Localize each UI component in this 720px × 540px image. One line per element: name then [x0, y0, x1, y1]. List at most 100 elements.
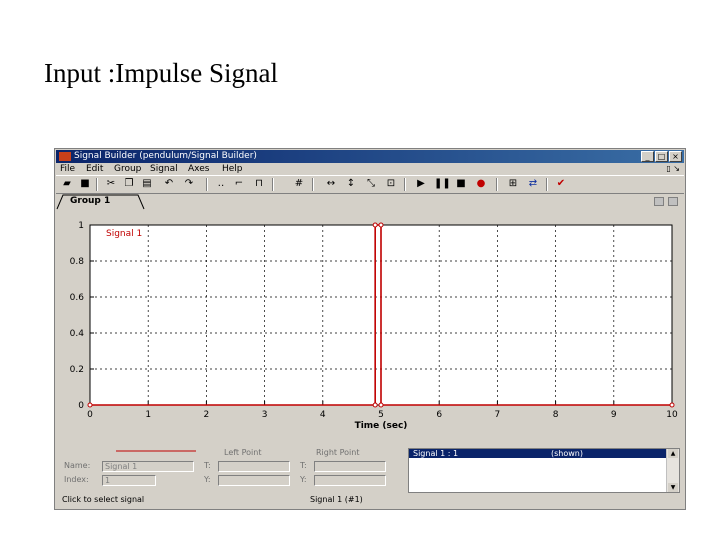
grid-icon[interactable]: #	[292, 177, 306, 191]
toolbar-separator	[546, 178, 548, 191]
paste-icon[interactable]: ▤	[140, 177, 154, 191]
y-tick-label: 0.6	[70, 293, 85, 303]
close-red-icon[interactable]: ✔	[554, 177, 568, 191]
list-scrollbar[interactable]: ▲ ▼	[666, 449, 679, 492]
menu-group[interactable]: Group	[114, 163, 141, 175]
cut-icon[interactable]: ✂	[104, 177, 118, 191]
link-icon[interactable]: ⇄	[526, 177, 540, 191]
x-tick-label: 3	[262, 410, 268, 420]
menu-bar: File Edit Group Signal Axes Help ▯ ↘	[56, 163, 684, 175]
window-title: Signal Builder (pendulum/Signal Builder)	[74, 151, 257, 161]
left-t-field[interactable]	[218, 461, 290, 472]
pulse-icon[interactable]: ⊓	[252, 177, 266, 191]
series-point	[378, 402, 384, 408]
series-point	[372, 402, 378, 408]
scroll-up-icon[interactable]: ▲	[668, 449, 678, 458]
x-tick-label: 2	[204, 410, 210, 420]
x-axis-label: Time (sec)	[355, 421, 408, 431]
menu-file[interactable]: File	[60, 163, 75, 175]
toolbar-separator	[496, 178, 498, 191]
bottom-panel: Left Point Right Point Name: Signal 1 In…	[54, 448, 686, 510]
series-point	[372, 222, 378, 228]
stop-icon[interactable]: ■	[454, 177, 468, 191]
menu-help[interactable]: Help	[222, 163, 243, 175]
toolbar-separator	[96, 178, 98, 191]
left-y-field[interactable]	[218, 475, 290, 486]
toolbar-separator	[404, 178, 406, 191]
name-label: Name:	[64, 461, 91, 470]
save-icon[interactable]: ■	[78, 177, 92, 191]
x-tick-label: 0	[87, 410, 93, 420]
signal-list-item-name: Signal 1 : 1	[413, 449, 459, 458]
left-t-label: T:	[204, 461, 211, 470]
name-field[interactable]: Signal 1	[102, 461, 194, 472]
menu-restore-icon[interactable]: ▯ ↘	[666, 163, 680, 175]
y-tick-label: 0.4	[70, 329, 85, 339]
signal-plot[interactable]: 0 1 2 3 4 5 6 7 8 9 10 0 0.2 0.4 0.6 0.8 1 Time (sec) Sign…	[54, 208, 686, 448]
right-t-label: T:	[300, 461, 307, 470]
menu-edit[interactable]: Edit	[86, 163, 103, 175]
constant-icon[interactable]: ‥	[214, 177, 228, 191]
legend-signal-1: Signal 1	[106, 229, 142, 239]
y-tick-label: 0.2	[70, 365, 84, 375]
right-y-field[interactable]	[314, 475, 386, 486]
scroll-down-icon[interactable]: ▼	[668, 483, 678, 492]
x-tick-label: 7	[495, 410, 501, 420]
x-tick-label: 1	[145, 410, 151, 420]
model-icon[interactable]: ⊞	[506, 177, 520, 191]
x-tick-label: 4	[320, 410, 326, 420]
y-tick-label: 0.8	[70, 257, 85, 267]
index-field[interactable]: 1	[102, 475, 156, 486]
matlab-icon	[59, 152, 71, 161]
toolbar-separator	[272, 178, 274, 191]
left-y-label: Y:	[204, 475, 211, 484]
redo-icon[interactable]: ↷	[182, 177, 196, 191]
open-icon[interactable]: ▰	[60, 177, 74, 191]
x-tick-label: 10	[666, 410, 678, 420]
maximize-button[interactable]: □	[655, 151, 668, 162]
menu-axes[interactable]: Axes	[188, 163, 209, 175]
toolbar: ▰ ■ ✂ ❐ ▤ ↶ ↷ ‥ ⌐ ⊓ # ↔ ↕ ⤡ ⊡ ▶ ❚❚ ■ ● ⊞…	[56, 175, 684, 194]
right-t-field[interactable]	[314, 461, 386, 472]
series-point	[669, 402, 675, 408]
fit-icon[interactable]: ⊡	[384, 177, 398, 191]
tab-group-1[interactable]: Group 1	[70, 194, 110, 208]
series-point	[87, 402, 93, 408]
x-tick-label: 6	[436, 410, 442, 420]
close-button[interactable]: ×	[669, 151, 682, 162]
signal-builder-window: Signal Builder (pendulum/Signal Builder)…	[54, 148, 686, 510]
zoom-y-icon[interactable]: ↕	[344, 177, 358, 191]
zoom-x-icon[interactable]: ↔	[324, 177, 338, 191]
index-label: Index:	[64, 475, 89, 484]
tab-scroll-left[interactable]	[654, 197, 664, 206]
left-point-label: Left Point	[224, 448, 262, 457]
record-icon[interactable]: ●	[474, 177, 488, 191]
signal-line-sample	[116, 450, 196, 452]
toolbar-separator	[206, 178, 208, 191]
right-point-label: Right Point	[316, 448, 360, 457]
copy-icon[interactable]: ❐	[122, 177, 136, 191]
window-titlebar[interactable]: Signal Builder (pendulum/Signal Builder)…	[56, 150, 684, 163]
undo-icon[interactable]: ↶	[162, 177, 176, 191]
tab-row: Group 1	[56, 194, 684, 210]
signal-list[interactable]: Signal 1 : 1 (shown) ▲ ▼	[408, 448, 680, 493]
series-point	[378, 222, 384, 228]
toolbar-separator	[312, 178, 314, 191]
minimize-button[interactable]: _	[641, 151, 654, 162]
pause-icon[interactable]: ❚❚	[434, 177, 451, 191]
status-left: Click to select signal	[62, 495, 145, 504]
play-icon[interactable]: ▶	[414, 177, 428, 191]
signal-list-item[interactable]: Signal 1 : 1 (shown)	[409, 449, 667, 458]
step-icon[interactable]: ⌐	[232, 177, 246, 191]
right-y-label: Y:	[300, 475, 307, 484]
signal-list-item-status: (shown)	[551, 449, 583, 458]
x-tick-label: 9	[611, 410, 617, 420]
tab-scroll-right[interactable]	[668, 197, 678, 206]
x-tick-label: 8	[553, 410, 559, 420]
y-tick-label: 1	[78, 221, 84, 231]
menu-signal[interactable]: Signal	[150, 163, 178, 175]
zoom-xy-icon[interactable]: ⤡	[364, 177, 378, 191]
y-tick-label: 0	[78, 401, 84, 411]
slide-title: Input :Impulse Signal	[44, 58, 278, 88]
x-tick-label: 5	[378, 410, 384, 420]
